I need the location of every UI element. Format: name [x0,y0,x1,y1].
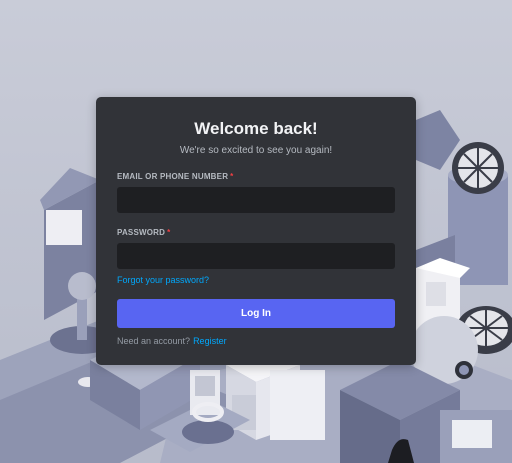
need-account-text: Need an account? [117,336,191,346]
register-link[interactable]: Register [193,336,227,346]
required-marker: * [230,172,234,181]
password-label: PASSWORD * [117,228,170,237]
password-label-text: PASSWORD [117,228,166,237]
email-label-text: EMAIL OR PHONE NUMBER [117,172,229,181]
email-label: EMAIL OR PHONE NUMBER * [117,172,234,181]
page-subtitle: We're so excited to see you again! [179,145,333,156]
password-field[interactable] [117,243,395,269]
forgot-password-link[interactable]: Forgot your password? [117,275,209,285]
login-card: Welcome back! We're so excited to see yo… [96,97,416,365]
page-title: Welcome back! [194,119,318,138]
email-field[interactable] [117,187,395,213]
login-button[interactable]: Log In [117,299,395,328]
register-row: Need an account? Register [117,336,227,346]
required-marker: * [167,228,171,237]
